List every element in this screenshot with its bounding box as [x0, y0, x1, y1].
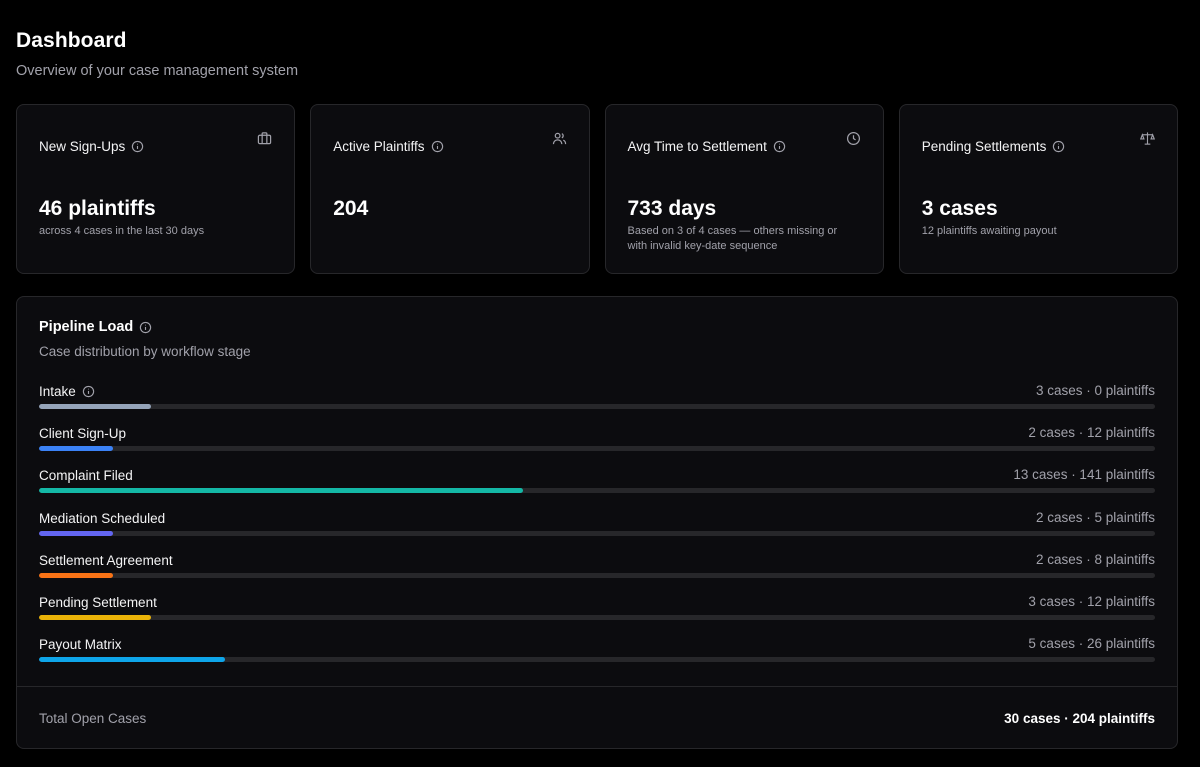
stat-cards: New Sign-Ups 46 plaintiffs across 4 case…	[16, 104, 1178, 274]
card-header: Pending Settlements	[922, 139, 1066, 154]
stage-label-row: Client Sign-Up	[39, 425, 1155, 442]
card-title: Active Plaintiffs	[333, 139, 425, 154]
card-value: 204	[333, 197, 369, 220]
card-active-plaintiffs: Active Plaintiffs 204	[310, 104, 590, 274]
stage-progress-fill	[39, 572, 114, 578]
stage-stats: 3 cases · 0 plaintiffs	[1035, 383, 1155, 398]
stage-progress-track	[39, 446, 1155, 452]
card-value: 46 plaintiffs	[39, 197, 156, 220]
pipeline-stages: Intake 3 cases · 0 plaintiffs Client Sign-…	[39, 383, 1155, 678]
card-new-sign-ups: New Sign-Ups 46 plaintiffs across 4 case…	[16, 104, 296, 274]
stage-name: Settlement Agreement	[39, 552, 173, 568]
stage-name: Intake	[39, 384, 76, 399]
stage-name: Payout Matrix	[39, 637, 122, 653]
clock-icon	[846, 131, 860, 146]
stage-name: Complaint Filed	[39, 468, 133, 484]
stage-stats: 3 cases · 12 plaintiffs	[1028, 593, 1155, 609]
stage-label-row: Complaint Filed	[39, 467, 1155, 484]
briefcase-icon	[258, 132, 272, 145]
info-icon[interactable]	[131, 140, 144, 153]
card-note: Based on 3 of 4 cases — others missing o…	[627, 225, 838, 252]
stage-stats: 2 cases · 5 plaintiffs	[1035, 509, 1155, 525]
page-title: Dashboard	[16, 29, 127, 52]
stage-row: Complaint Filed 13 cases · 141 plaintiffs	[39, 467, 1155, 509]
stage-row: Payout Matrix 5 cases · 26 plaintiffs	[39, 636, 1155, 678]
scale-icon	[1140, 132, 1155, 145]
stage-progress-track	[39, 530, 1155, 536]
users-icon	[552, 132, 566, 145]
stage-label-row: Intake	[39, 383, 1155, 400]
card-title: Pending Settlements	[921, 139, 1047, 154]
stage-progress-fill	[39, 488, 523, 494]
info-icon[interactable]	[139, 321, 152, 334]
info-icon[interactable]	[82, 385, 95, 398]
stage-row: Settlement Agreement 2 cases · 8 plaintif…	[39, 552, 1155, 594]
card-avg-time-to-settlement: Avg Time to Settlement 733 days Based on…	[604, 104, 884, 274]
card-title: Avg Time to Settlement	[627, 139, 767, 154]
card-pending-settlements: Pending Settlements 3 cases 12 plaintiff…	[898, 104, 1178, 274]
stage-stats: 2 cases · 12 plaintiffs	[1028, 425, 1155, 441]
page-subtitle: Overview of your case management system	[16, 63, 299, 79]
stage-label-row: Payout Matrix	[39, 636, 1155, 653]
stage-row: Mediation Scheduled 2 cases · 5 plaintiff…	[39, 510, 1155, 552]
stage-label-row: Settlement Agreement	[39, 552, 1155, 569]
info-icon[interactable]	[1052, 140, 1065, 153]
total-open-cases-value: 30 cases · 204 plaintiffs	[1004, 711, 1155, 726]
stage-stats: 13 cases · 141 plaintiffs	[1013, 467, 1155, 483]
card-note: 12 plaintiffs awaiting payout	[921, 225, 1057, 237]
card-value: 733 days	[627, 197, 717, 220]
stage-progress-fill	[39, 614, 151, 620]
pipeline-title: Pipeline Load	[39, 319, 134, 335]
card-value: 3 cases	[921, 197, 998, 220]
card-header: New Sign-Ups	[39, 139, 144, 154]
stage-stats: 2 cases · 8 plaintiffs	[1035, 551, 1155, 567]
stage-progress-fill	[39, 404, 151, 409]
stage-row: Pending Settlement 3 cases · 12 plaintiff…	[39, 594, 1155, 636]
stage-name: Pending Settlement	[39, 594, 157, 610]
stage-progress-fill	[39, 530, 114, 536]
stage-progress-track	[39, 614, 1155, 620]
stage-name: Client Sign-Up	[39, 426, 127, 442]
divider	[17, 686, 1177, 687]
total-open-cases-label: Total Open Cases	[39, 711, 147, 726]
card-header: Avg Time to Settlement	[628, 139, 786, 154]
card-header: Active Plaintiffs	[333, 139, 443, 154]
stage-progress-track	[39, 572, 1155, 578]
stage-progress-fill	[39, 446, 114, 452]
card-note: across 4 cases in the last 30 days	[39, 225, 205, 237]
stage-progress-track	[39, 404, 1155, 409]
stage-label-row: Pending Settlement	[39, 594, 1155, 611]
pipeline-header: Pipeline Load	[39, 319, 152, 335]
stage-stats: 5 cases · 26 plaintiffs	[1028, 636, 1155, 652]
stage-row: Client Sign-Up 2 cases · 12 plaintiffs	[39, 425, 1155, 467]
card-title: New Sign-Ups	[39, 139, 126, 154]
stage-progress-track	[39, 657, 1155, 663]
pipeline-load-panel: Pipeline Load Case distribution by workf…	[16, 296, 1178, 749]
info-icon[interactable]	[431, 140, 444, 153]
stage-label-row: Mediation Scheduled	[39, 510, 1155, 527]
info-icon[interactable]	[773, 140, 786, 153]
stage-row: Intake 3 cases · 0 plaintiffs	[39, 383, 1155, 425]
stage-progress-fill	[39, 657, 226, 663]
stage-name: Mediation Scheduled	[39, 510, 166, 526]
dashboard-page: Dashboard Overview of your case manageme…	[0, 0, 1200, 767]
pipeline-subtitle: Case distribution by workflow stage	[39, 344, 251, 359]
stage-progress-track	[39, 488, 1155, 494]
